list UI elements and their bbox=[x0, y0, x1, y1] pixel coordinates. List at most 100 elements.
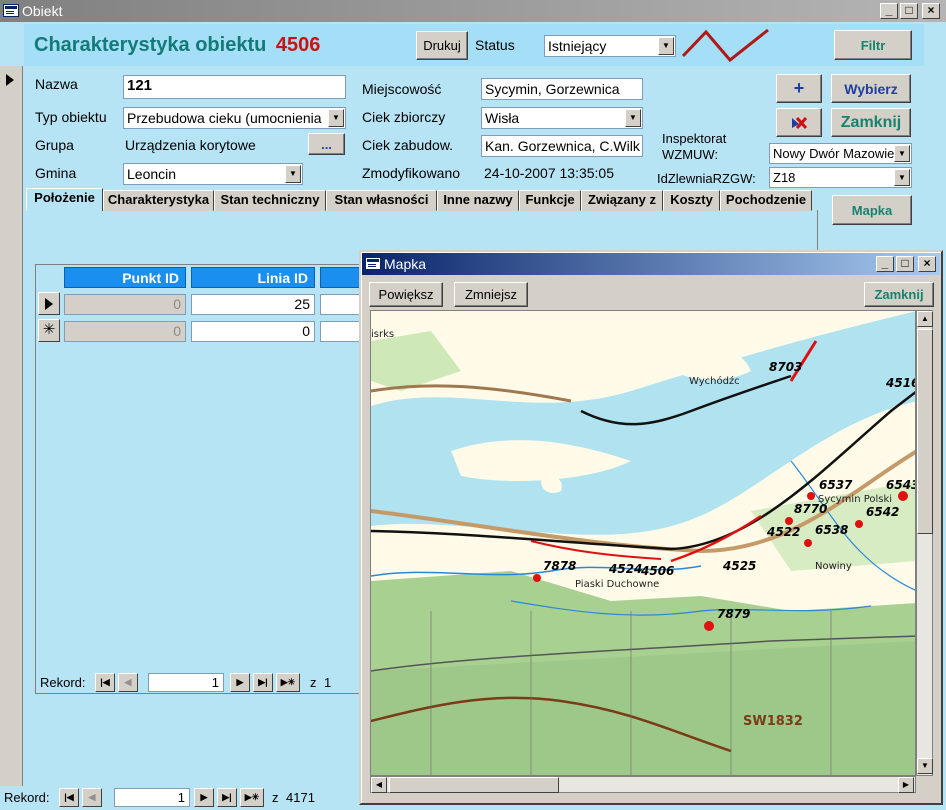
minimize-icon[interactable]: _ bbox=[876, 256, 894, 272]
tab-funkcje[interactable]: Funkcje bbox=[519, 190, 581, 211]
inspektorat-select[interactable]: Nowy Dwór Mazowie ▼ bbox=[769, 143, 912, 164]
prev-record-icon[interactable]: ◀ bbox=[118, 673, 138, 692]
tab-zwiazany-z[interactable]: Związany z bbox=[581, 190, 663, 211]
column-header-punkt-id[interactable]: Punkt ID bbox=[64, 267, 186, 288]
typ-select[interactable]: Przebudowa cieku (umocnienia ▼ bbox=[123, 107, 346, 129]
map-label-4516: 4516 bbox=[885, 376, 916, 390]
map-label-4522: 4522 bbox=[766, 525, 800, 539]
chevron-down-icon[interactable]: ▼ bbox=[328, 109, 344, 127]
scroll-up-icon[interactable]: ▲ bbox=[917, 311, 933, 327]
cell-linia-id[interactable]: 25 bbox=[191, 294, 315, 315]
map-label-7878: 7878 bbox=[543, 559, 576, 573]
maximize-icon[interactable]: □ bbox=[896, 256, 914, 272]
next-record-icon[interactable]: ▶ bbox=[230, 673, 250, 692]
tab-stan-techniczny[interactable]: Stan techniczny bbox=[214, 190, 326, 211]
minimize-icon[interactable]: _ bbox=[880, 3, 898, 19]
close-icon[interactable]: × bbox=[922, 3, 940, 19]
scroll-thumb[interactable] bbox=[389, 777, 559, 793]
cell-punkt-id[interactable]: 0 bbox=[64, 321, 186, 342]
chevron-down-icon[interactable]: ▼ bbox=[658, 37, 674, 55]
object-point-6543[interactable] bbox=[898, 491, 908, 501]
record-label: Rekord: bbox=[40, 675, 86, 690]
map-horizontal-scrollbar[interactable]: ◀ ▶ bbox=[370, 776, 916, 793]
tab-polozenie[interactable]: Położenie bbox=[26, 188, 103, 211]
tab-inne-nazwy[interactable]: Inne nazwy bbox=[437, 190, 519, 211]
print-button[interactable]: Drukuj bbox=[416, 31, 468, 60]
map-label-6543: 6543 bbox=[886, 478, 916, 492]
column-header-linia-id[interactable]: Linia ID bbox=[191, 267, 315, 288]
chevron-down-icon[interactable]: ▼ bbox=[894, 145, 910, 162]
new-record-icon: ✳ bbox=[42, 321, 56, 338]
object-point-6538[interactable] bbox=[804, 539, 812, 547]
cell-linia-id[interactable]: 0 bbox=[191, 321, 315, 342]
grupa-browse-button[interactable]: ... bbox=[308, 133, 345, 155]
close-form-button[interactable]: Zamknij bbox=[831, 108, 911, 137]
object-point-6542[interactable] bbox=[855, 520, 863, 528]
tab-koszty[interactable]: Koszty bbox=[663, 190, 720, 211]
add-record-button[interactable]: + bbox=[776, 74, 822, 103]
current-record-field[interactable]: 1 bbox=[114, 788, 190, 807]
status-select[interactable]: Istniejący ▼ bbox=[544, 35, 676, 57]
main-record-navigation: Rekord: |◀ ◀ 1 ▶ ▶| ▶✳ z 4171 bbox=[4, 788, 354, 808]
maximize-icon[interactable]: □ bbox=[900, 3, 918, 19]
ciek-zbiorczy-select[interactable]: Wisła ▼ bbox=[481, 107, 643, 129]
object-point-8770[interactable] bbox=[785, 517, 793, 525]
topographic-map[interactable]: 8703 4516 6537 6543 8770 6542 4522 6538 … bbox=[371, 311, 916, 776]
tab-stan-wlasnosci[interactable]: Stan własności bbox=[326, 190, 437, 211]
object-point-7879[interactable] bbox=[704, 621, 714, 631]
current-record-field[interactable]: 1 bbox=[148, 673, 224, 692]
map-vertical-scrollbar[interactable]: ▲ ▼ bbox=[916, 310, 933, 776]
ciek-zbiorczy-value: Wisła bbox=[485, 110, 520, 126]
map-view[interactable]: 8703 4516 6537 6543 8770 6542 4522 6538 … bbox=[370, 310, 916, 776]
idzlewnia-select[interactable]: Z18 ▼ bbox=[769, 167, 912, 188]
last-record-icon[interactable]: ▶| bbox=[253, 673, 273, 692]
prev-record-icon[interactable]: ◀ bbox=[82, 788, 102, 807]
scroll-down-icon[interactable]: ▼ bbox=[917, 758, 933, 774]
row-selector-current[interactable] bbox=[38, 292, 60, 315]
place-isrks: isrks bbox=[371, 329, 394, 340]
zigzag-logo-icon bbox=[681, 28, 769, 63]
object-line-4506[interactable] bbox=[670, 514, 762, 563]
ciek-zabudow-label: Ciek zabudow. bbox=[362, 137, 454, 153]
mapka-window[interactable]: Mapka _ □ × Powiększ Zmniejsz Zamknij 87… bbox=[359, 250, 943, 805]
new-record-nav-icon[interactable]: ▶✳ bbox=[276, 673, 300, 692]
scroll-thumb[interactable] bbox=[917, 329, 933, 534]
form-icon bbox=[3, 4, 19, 17]
record-selector-strip bbox=[0, 66, 23, 786]
gmina-select[interactable]: Leoncin ▼ bbox=[123, 163, 303, 185]
choose-button[interactable]: Wybierz bbox=[831, 74, 911, 103]
cell-punkt-id[interactable]: 0 bbox=[64, 294, 186, 315]
first-record-icon[interactable]: |◀ bbox=[95, 673, 115, 692]
tab-charakterystyka[interactable]: Charakterystyka bbox=[103, 190, 214, 211]
meadow-area bbox=[371, 331, 461, 391]
chevron-down-icon[interactable]: ▼ bbox=[285, 165, 301, 183]
last-record-icon[interactable]: ▶| bbox=[217, 788, 237, 807]
mapka-titlebar[interactable]: Mapka _ □ × bbox=[362, 253, 940, 275]
delete-record-button[interactable] bbox=[776, 108, 822, 137]
mapka-close-button[interactable]: Zamknij bbox=[864, 282, 934, 307]
chevron-down-icon[interactable]: ▼ bbox=[625, 109, 641, 127]
zoom-out-button[interactable]: Zmniejsz bbox=[454, 282, 528, 307]
typ-label: Typ obiektu bbox=[35, 109, 107, 125]
ciek-zabudow-field[interactable]: Kan. Gorzewnica, C.Wilk bbox=[481, 135, 643, 157]
next-record-icon[interactable]: ▶ bbox=[194, 788, 214, 807]
nazwa-field[interactable]: 121 bbox=[123, 75, 346, 99]
close-icon[interactable]: × bbox=[918, 256, 936, 272]
map-button[interactable]: Mapka bbox=[832, 195, 912, 225]
object-point-7878[interactable] bbox=[533, 574, 541, 582]
chevron-down-icon[interactable]: ▼ bbox=[894, 169, 910, 186]
zoom-in-button[interactable]: Powiększ bbox=[369, 282, 443, 307]
object-point-6537[interactable] bbox=[807, 492, 815, 500]
form-icon bbox=[365, 257, 381, 270]
new-record-nav-icon[interactable]: ▶✳ bbox=[240, 788, 264, 807]
scroll-left-icon[interactable]: ◀ bbox=[371, 777, 387, 793]
scroll-right-icon[interactable]: ▶ bbox=[898, 777, 914, 793]
island-area bbox=[671, 343, 751, 381]
place-wychodzc: Wychódźc bbox=[689, 375, 740, 387]
first-record-icon[interactable]: |◀ bbox=[59, 788, 79, 807]
tab-pochodzenie[interactable]: Pochodzenie bbox=[720, 190, 812, 211]
miejscowosc-field[interactable]: Sycymin, Gorzewnica bbox=[481, 78, 643, 100]
main-titlebar[interactable]: Obiekt _ □ × bbox=[0, 0, 946, 22]
filter-button[interactable]: Filtr bbox=[834, 30, 912, 60]
row-selector-new[interactable]: ✳ bbox=[38, 319, 60, 342]
